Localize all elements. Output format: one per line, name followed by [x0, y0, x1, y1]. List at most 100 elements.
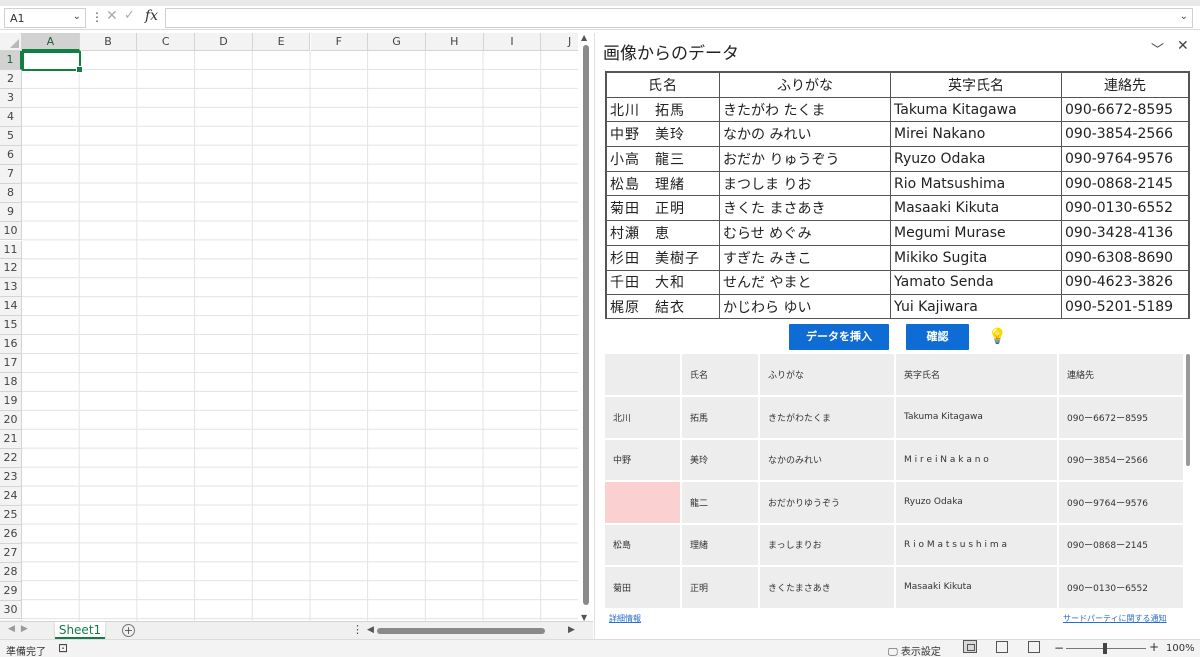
row-header[interactable]: 2 [0, 69, 22, 89]
column-header[interactable]: E [252, 33, 311, 51]
row-header[interactable]: 8 [0, 183, 22, 203]
row-header[interactable]: 20 [0, 411, 22, 430]
preview-cell[interactable]: Masaaki Kikuta [896, 567, 1057, 608]
preview-cell[interactable]: 正明 [682, 567, 758, 608]
cell-area[interactable] [22, 51, 578, 622]
accessibility-icon[interactable]: ⊡ [58, 641, 68, 655]
scroll-thumb[interactable] [583, 45, 589, 605]
preview-cell[interactable]: まっしまりお [760, 524, 894, 565]
preview-cell[interactable]: きたがわたくま [760, 397, 894, 438]
preview-cell[interactable]: Takuma Kitagawa [896, 397, 1057, 438]
scroll-up-icon[interactable]: ▲ [581, 33, 587, 42]
preview-cell[interactable]: 美玲 [682, 439, 758, 480]
column-header[interactable]: D [195, 33, 253, 51]
sheet-nav-arrows-icon[interactable]: ◀▶ [8, 624, 34, 634]
cancel-icon[interactable]: ✕ [106, 8, 118, 24]
row-header[interactable]: 15 [0, 316, 22, 336]
column-header[interactable]: G [368, 33, 426, 51]
insert-data-button[interactable]: データを挿入 [789, 324, 889, 350]
preview-cell[interactable]: 090ー3854ー2566 [1059, 439, 1183, 480]
display-settings-button[interactable]: 🖵 表示設定 [888, 643, 941, 657]
preview-cell[interactable]: 090ー9764ー9576 [1059, 482, 1183, 523]
sheet-tab[interactable]: Sheet1 [55, 622, 105, 639]
row-header[interactable]: 9 [0, 202, 22, 222]
preview-cell[interactable] [605, 482, 680, 523]
chevron-down-icon[interactable]: ⌄ [73, 11, 81, 22]
row-header[interactable]: 30 [0, 600, 22, 620]
spreadsheet-grid[interactable]: A B C D E F G H I J 1 2 3 4 5 6 7 8 9 10 11 12 13 14 15 16 17 18 19 2… [0, 33, 578, 622]
row-header[interactable]: 22 [0, 448, 22, 468]
preview-cell[interactable]: 理緒 [682, 524, 758, 565]
preview-cell[interactable]: 菊田 [605, 567, 680, 608]
normal-view-icon[interactable] [963, 640, 977, 653]
name-box[interactable]: A1 ⌄ [4, 8, 86, 28]
preview-cell[interactable]: R i o M a t s u s h i m a [896, 524, 1057, 565]
formula-input[interactable]: ⌄ [165, 8, 1193, 28]
column-header[interactable]: A [22, 33, 80, 51]
preview-cell[interactable]: M i r e i N a k a n o [896, 439, 1057, 480]
row-header[interactable]: 13 [0, 278, 22, 298]
preview-scroll-thumb[interactable] [1186, 354, 1190, 466]
scroll-left-icon[interactable]: ◀ [367, 625, 374, 635]
preview-cell[interactable]: 松島 [605, 524, 680, 565]
row-header[interactable]: 5 [0, 126, 22, 146]
column-header[interactable]: B [79, 33, 138, 51]
column-header[interactable]: J [541, 33, 578, 51]
row-header[interactable]: 10 [0, 221, 22, 241]
column-header[interactable]: F [310, 33, 369, 51]
row-header[interactable]: 27 [0, 543, 22, 563]
row-header[interactable]: 3 [0, 88, 22, 108]
row-header[interactable]: 25 [0, 505, 22, 525]
row-header[interactable]: 19 [0, 392, 22, 412]
confirm-button[interactable]: 確認 [906, 324, 969, 350]
preview-cell[interactable]: 090ー6672ー8595 [1059, 397, 1183, 438]
column-header[interactable]: H [425, 33, 484, 51]
tab-split-handle-icon[interactable]: ⋮ [352, 623, 363, 636]
preview-cell[interactable]: きくたまさあき [760, 567, 894, 608]
row-header[interactable]: 18 [0, 373, 22, 393]
insert-function-icon[interactable]: fx [145, 8, 158, 24]
preview-cell[interactable]: 090ー0130ー6552 [1059, 567, 1183, 608]
preview-cell[interactable]: 北川 [605, 397, 680, 438]
row-header[interactable]: 16 [0, 335, 22, 355]
row-header[interactable]: 6 [0, 145, 22, 165]
active-cell-a1[interactable] [22, 51, 83, 73]
enter-icon[interactable]: ✓ [124, 8, 135, 23]
page-break-view-icon[interactable] [1028, 641, 1040, 653]
scroll-right-icon[interactable]: ▶ [568, 625, 575, 635]
page-layout-view-icon[interactable] [996, 641, 1008, 653]
row-header[interactable]: 28 [0, 562, 22, 582]
preview-scrollbar[interactable] [1185, 354, 1191, 608]
row-header[interactable]: 11 [0, 240, 22, 260]
preview-cell[interactable]: おだかりゆうぞう [760, 482, 894, 523]
select-all-button[interactable] [0, 33, 22, 51]
zoom-in-icon[interactable]: + [1149, 640, 1159, 654]
lightbulb-icon[interactable]: 💡 [988, 327, 1007, 345]
row-header[interactable]: 14 [0, 297, 22, 317]
row-header[interactable]: 4 [0, 107, 22, 127]
preview-header-cell[interactable] [605, 354, 680, 395]
extracted-data-preview[interactable]: 氏名 ふりがな 英字氏名 連絡先 北川 拓馬 きたがわたくま Takuma Kitagawa 0… [605, 354, 1183, 608]
preview-header-cell[interactable]: 氏名 [682, 354, 758, 395]
row-header[interactable]: 7 [0, 164, 22, 184]
preview-header-cell[interactable]: 英字氏名 [896, 354, 1057, 395]
preview-cell[interactable]: 090ー0868ー2145 [1059, 524, 1183, 565]
preview-cell[interactable]: 中野 [605, 439, 680, 480]
pane-options-chevron-icon[interactable]: ﹀ [1151, 39, 1164, 58]
row-header[interactable]: 21 [0, 430, 22, 449]
details-link[interactable]: 詳細情報 [609, 613, 641, 624]
more-options-icon[interactable]: ⋮ [91, 10, 103, 24]
row-header[interactable]: 24 [0, 486, 22, 506]
row-header[interactable]: 17 [0, 354, 22, 374]
zoom-out-icon[interactable]: − [1054, 641, 1064, 655]
preview-cell[interactable]: 龍二 [682, 482, 758, 523]
column-header[interactable]: C [137, 33, 196, 51]
preview-cell[interactable]: 拓馬 [682, 397, 758, 438]
horizontal-scroll-thumb[interactable] [377, 628, 545, 634]
sheet-vertical-scrollbar[interactable]: ▲ ▼ [580, 33, 592, 622]
column-header[interactable]: I [483, 33, 542, 51]
row-header[interactable]: 12 [0, 259, 22, 279]
zoom-level[interactable]: 100% [1166, 643, 1195, 654]
row-header[interactable]: 29 [0, 581, 22, 601]
expand-formula-icon[interactable]: ⌄ [1180, 11, 1188, 22]
